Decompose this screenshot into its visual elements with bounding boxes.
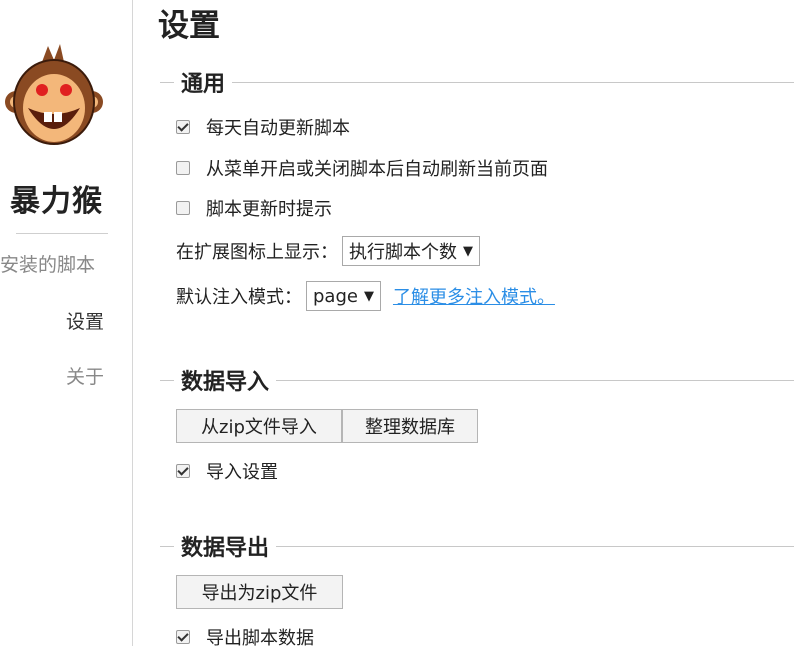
inject-mode-help-link[interactable]: 了解更多注入模式。 — [393, 283, 555, 309]
section-export: 数据导出 — [160, 530, 794, 562]
chevron-down-icon: ▼ — [363, 288, 374, 304]
import-zip-button[interactable]: 从zip文件导入 — [176, 409, 342, 443]
section-divider — [160, 82, 794, 83]
badge-label: 在扩展图标上显示： — [176, 242, 338, 263]
auto-update-checkbox[interactable] — [176, 120, 190, 134]
auto-update-option[interactable]: 每天自动更新脚本 — [176, 114, 350, 140]
page-title: 设置 — [158, 8, 220, 44]
notify-update-label: 脚本更新时提示 — [206, 199, 332, 220]
section-general: 通用 — [160, 66, 794, 98]
auto-refresh-label: 从菜单开启或关闭脚本后自动刷新当前页面 — [206, 159, 548, 180]
badge-setting-row: 在扩展图标上显示： 执行脚本个数 ▼ — [176, 236, 480, 266]
import-settings-label: 导入设置 — [206, 462, 278, 483]
inject-mode-value: page — [313, 285, 358, 307]
inject-mode-row: 默认注入模式： page ▼ 了解更多注入模式。 — [176, 281, 555, 311]
sidebar-item-settings[interactable]: 设置 — [66, 307, 104, 334]
section-heading: 数据导入 — [174, 364, 277, 396]
sidebar-item-about[interactable]: 关于 — [66, 362, 104, 389]
sidebar-divider — [16, 233, 108, 234]
export-zip-button[interactable]: 导出为zip文件 — [176, 575, 343, 609]
export-data-label: 导出脚本数据 — [206, 628, 314, 649]
section-heading: 数据导出 — [174, 530, 277, 562]
section-heading: 通用 — [174, 66, 233, 98]
notify-update-option[interactable]: 脚本更新时提示 — [176, 195, 332, 221]
import-settings-option[interactable]: 导入设置 — [176, 458, 278, 484]
monkey-logo-icon — [5, 44, 103, 145]
notify-update-checkbox[interactable] — [176, 201, 190, 215]
inject-mode-select[interactable]: page ▼ — [306, 281, 381, 311]
auto-refresh-option[interactable]: 从菜单开启或关闭脚本后自动刷新当前页面 — [176, 155, 548, 181]
sidebar: 暴力猴 安装的脚本 设置 关于 — [0, 0, 133, 646]
auto-update-label: 每天自动更新脚本 — [206, 118, 350, 139]
auto-refresh-checkbox[interactable] — [176, 161, 190, 175]
export-data-option[interactable]: 导出脚本数据 — [176, 624, 314, 650]
badge-select-value: 执行脚本个数 — [349, 242, 457, 263]
vacuum-database-button[interactable]: 整理数据库 — [342, 409, 478, 443]
sidebar-item-installed-scripts[interactable]: 安装的脚本 — [0, 250, 95, 277]
chevron-down-icon: ▼ — [463, 243, 473, 259]
inject-mode-label: 默认注入模式： — [176, 287, 302, 308]
badge-select[interactable]: 执行脚本个数 ▼ — [342, 236, 480, 266]
brand-name: 暴力猴 — [10, 184, 103, 219]
export-data-checkbox[interactable] — [176, 630, 190, 644]
section-import: 数据导入 — [160, 364, 794, 396]
import-settings-checkbox[interactable] — [176, 464, 190, 478]
